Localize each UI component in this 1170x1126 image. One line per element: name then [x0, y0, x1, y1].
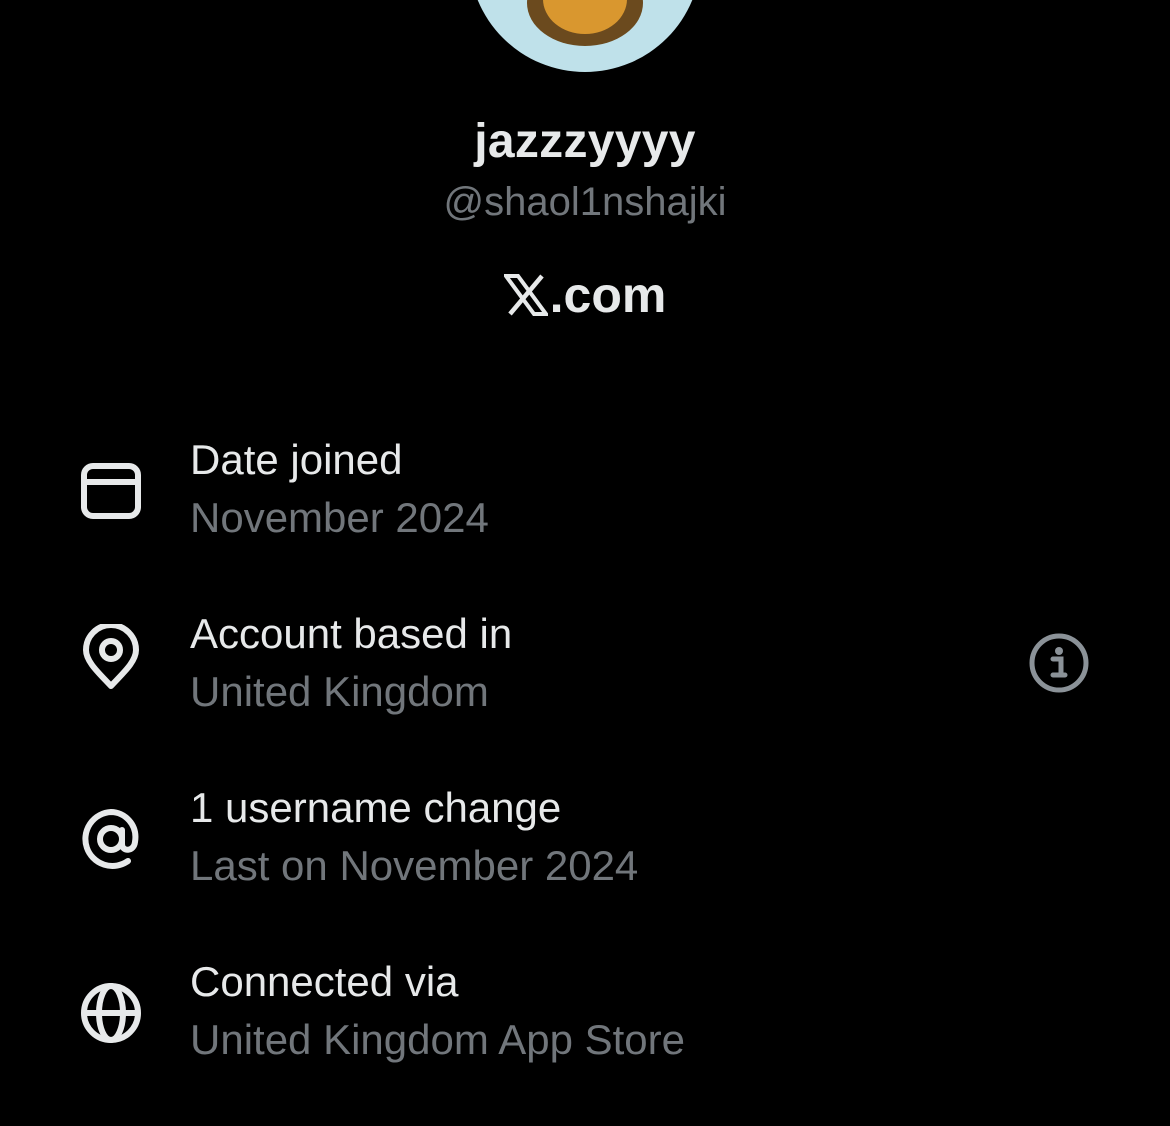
x-logo-icon [503, 274, 548, 316]
brand-domain-suffix: .com [549, 267, 667, 323]
display-name: jazzzyyyy [474, 115, 696, 168]
about-row-value: United Kingdom App Store [190, 1016, 685, 1063]
about-row-label: Connected via [190, 958, 459, 1005]
user-handle: @shaol1nshajki [443, 180, 727, 224]
brand-title: .com [0, 266, 1170, 324]
avatar[interactable] [469, 0, 701, 72]
location-pin-icon [78, 624, 144, 690]
info-icon[interactable] [1026, 630, 1092, 696]
about-row-value: November 2024 [190, 494, 489, 541]
at-sign-icon [78, 806, 144, 872]
about-row-date-joined: Date joined November 2024 [0, 436, 1170, 556]
about-row-label: 1 username change [190, 784, 562, 831]
calendar-icon [78, 458, 144, 524]
about-row-label: Date joined [190, 436, 403, 483]
about-row-connected-via: Connected via United Kingdom App Store [0, 958, 1170, 1078]
about-row-value: United Kingdom [190, 668, 489, 715]
about-row-account-based-in: Account based in United Kingdom [0, 610, 1170, 730]
about-row-value: Last on November 2024 [190, 842, 639, 889]
about-row-username-change: 1 username change Last on November 2024 [0, 784, 1170, 904]
globe-icon [78, 980, 144, 1046]
about-row-label: Account based in [190, 610, 513, 657]
